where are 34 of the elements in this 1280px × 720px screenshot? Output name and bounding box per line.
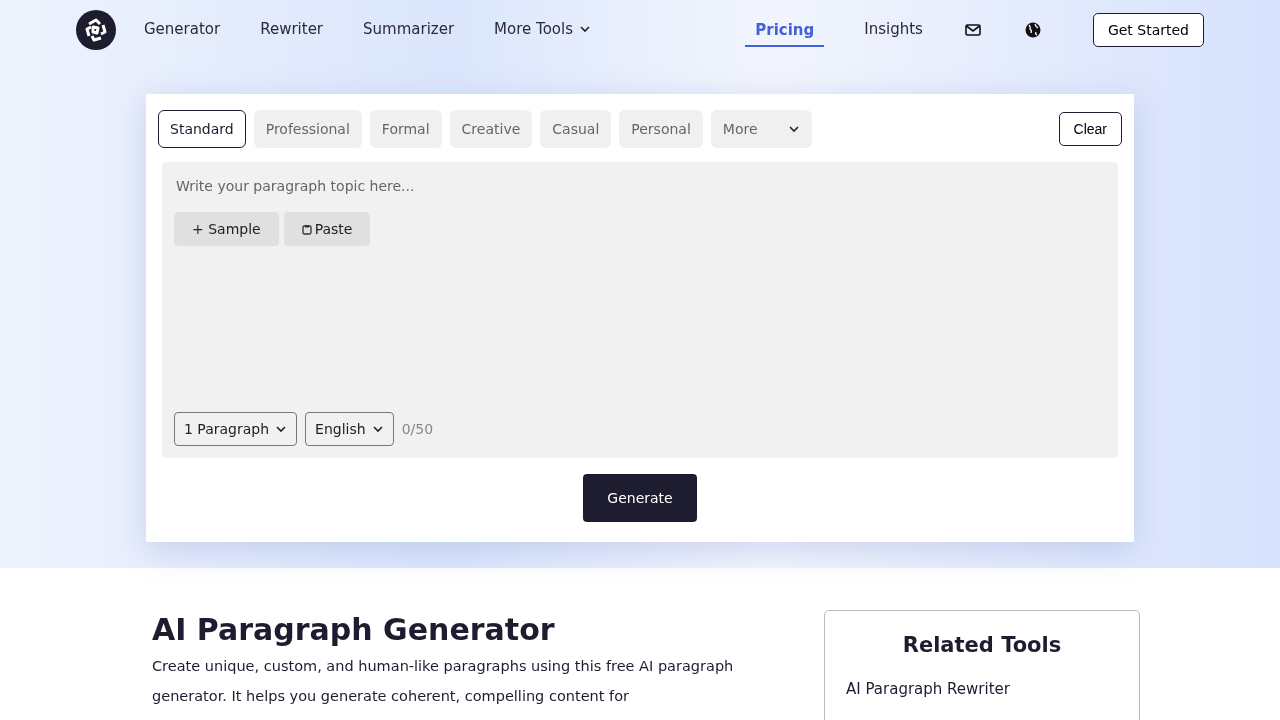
nav-link[interactable]: Insights	[864, 12, 923, 48]
mail-icon[interactable]	[964, 24, 981, 36]
nav-link[interactable]: Pricing	[745, 13, 825, 47]
tone-tab[interactable]: Casual	[540, 110, 612, 148]
sample-button[interactable]: + Sample	[174, 212, 279, 246]
chevron-down-icon[interactable]	[371, 423, 384, 435]
character-count: 0/50	[401, 421, 434, 437]
clear-button[interactable]: Clear	[1058, 112, 1122, 146]
chevron-down-icon[interactable]	[579, 23, 591, 35]
tone-tab[interactable]: Formal	[369, 110, 442, 148]
topic-input-area[interactable]: Write your paragraph topic here... + Sample Paste 1 Paragraph English 0/50	[162, 162, 1118, 458]
nav-link[interactable]: Rewriter	[260, 12, 324, 48]
chevron-down-icon[interactable]	[787, 123, 800, 135]
page-heading: AI Paragraph Generator	[152, 612, 556, 647]
tone-tab[interactable]: Personal	[619, 110, 703, 148]
tone-tab[interactable]: Standard	[158, 110, 246, 148]
paste-button[interactable]: Paste	[283, 212, 371, 246]
related-tool-link[interactable]: AI Paragraph Rewriter	[846, 680, 1010, 698]
tone-tab[interactable]: Creative	[449, 110, 533, 148]
clipboard-icon[interactable]	[301, 223, 312, 235]
chevron-down-icon[interactable]	[275, 423, 288, 435]
generate-button[interactable]: Generate	[583, 474, 697, 522]
nav-link[interactable]: Generator	[144, 12, 221, 48]
more-tones-dropdown[interactable]: More	[710, 110, 812, 148]
related-tools-heading: Related Tools	[901, 633, 1063, 657]
logo-icon[interactable]	[76, 10, 116, 50]
nav-link[interactable]: Summarizer	[363, 12, 455, 48]
intro-paragraph: Create unique, custom, and human-like paragraphs using this free AI paragraph generator. It helps you generate coherent, compelling content for	[152, 657, 735, 706]
language-select[interactable]: English	[305, 412, 394, 446]
globe-icon[interactable]	[1024, 22, 1041, 38]
get-started-button[interactable]: Get Started	[1092, 13, 1204, 47]
tone-tab[interactable]: Professional	[253, 110, 362, 148]
nav-link[interactable]: More Tools	[494, 12, 591, 48]
length-select[interactable]: 1 Paragraph	[174, 412, 298, 446]
